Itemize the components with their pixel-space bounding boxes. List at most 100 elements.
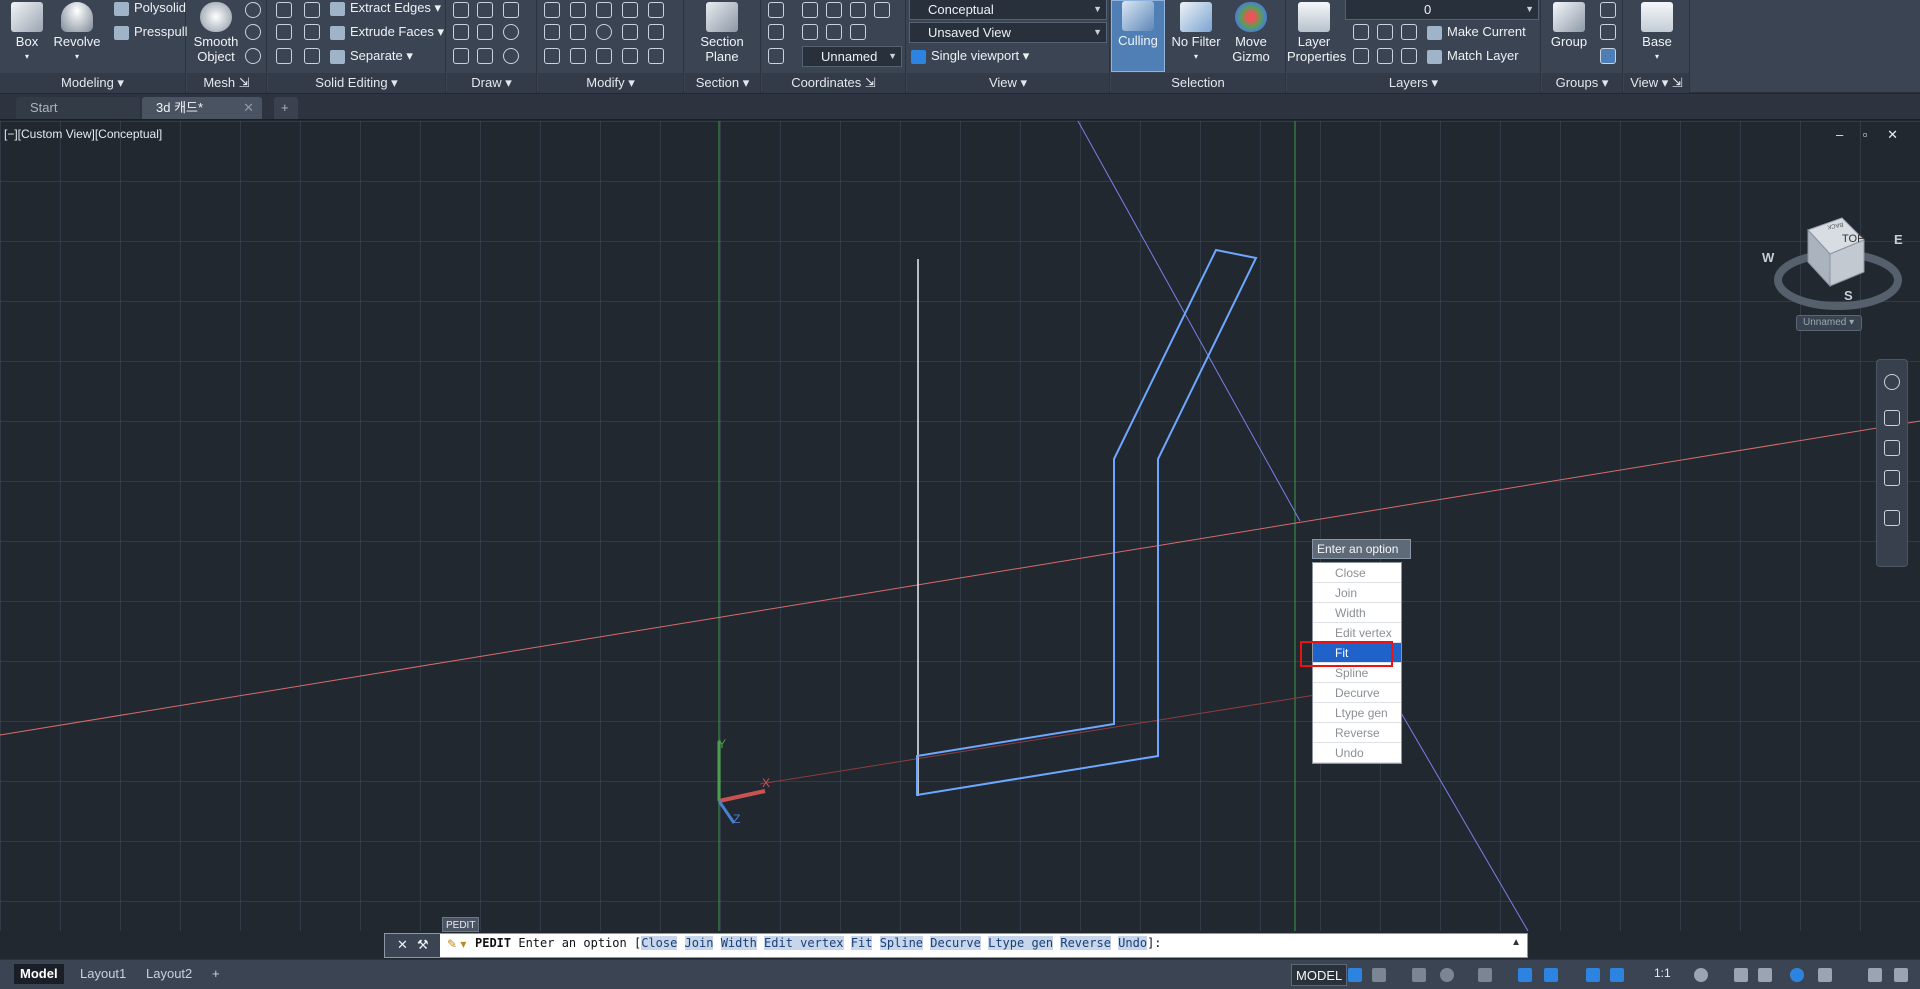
isodraft-icon[interactable] <box>1478 968 1492 982</box>
new-tab-button[interactable]: + <box>274 97 298 119</box>
view-base-panel-title[interactable]: View ▾ ⇲ <box>1624 73 1689 93</box>
showmotion-icon[interactable] <box>1884 510 1900 526</box>
helix-icon[interactable] <box>477 2 493 18</box>
polar-icon[interactable] <box>1440 968 1454 982</box>
modify-panel-title[interactable]: Modify ▾ <box>538 73 683 93</box>
presspull-button[interactable]: Presspull <box>114 22 187 42</box>
box-button[interactable]: Box ▾ <box>0 2 54 64</box>
zoom-icon[interactable] <box>1884 440 1900 456</box>
gear-icon[interactable] <box>1694 968 1708 982</box>
drawing-viewport[interactable]: Y X Z [−][Custom View][Conceptual] – ▫ ✕… <box>0 121 1920 931</box>
option-undo[interactable]: Undo <box>1313 743 1401 763</box>
ellipse-icon[interactable] <box>503 48 519 64</box>
make-current-button[interactable]: Make Current <box>1427 22 1526 42</box>
cmd-option-reverse[interactable]: Reverse <box>1060 936 1111 950</box>
viewport-config-button[interactable]: Single viewport ▾ <box>911 46 1029 66</box>
pan-icon[interactable] <box>1884 410 1900 426</box>
cmd-option-close[interactable]: Close <box>641 936 678 950</box>
mirror-icon[interactable] <box>622 2 638 18</box>
tab-layout1[interactable]: Layout1 <box>74 964 132 984</box>
plus-icon[interactable] <box>1734 968 1748 982</box>
layers-panel-title[interactable]: Layers ▾ <box>1287 73 1540 93</box>
ucs-name-dropdown[interactable]: Unnamed ▼ <box>802 46 902 67</box>
ucs-icon[interactable] <box>768 48 784 64</box>
array-icon[interactable] <box>570 48 586 64</box>
command-line[interactable]: ✕ ⚒ ✎ ▾ PEDIT Enter an option [Close Joi… <box>384 933 1528 958</box>
polysolid-button[interactable]: Polysolid <box>114 0 186 18</box>
mesh-panel-title[interactable]: Mesh ⇲ <box>187 73 266 93</box>
edit-icon[interactable] <box>304 2 320 18</box>
wrench-icon[interactable]: ⚒ <box>417 937 429 953</box>
layer-dropdown[interactable]: 0 ▼ <box>1345 0 1539 20</box>
named-view-dropdown[interactable]: Unsaved View ▼ <box>909 22 1107 43</box>
steering-wheel-icon[interactable] <box>1884 374 1900 390</box>
option-edit-vertex[interactable]: Edit vertex <box>1313 623 1401 643</box>
extract-edges-button[interactable]: Extract Edges ▾ <box>330 0 441 18</box>
ortho-icon[interactable] <box>1412 968 1426 982</box>
option-ltype-gen[interactable]: Ltype gen <box>1313 703 1401 723</box>
mesh-tool-icon[interactable] <box>245 48 261 64</box>
no-filter-button[interactable]: No Filter ▾ <box>1169 2 1223 64</box>
match-layer-button[interactable]: Match Layer <box>1427 46 1519 66</box>
ucs-icon[interactable] <box>850 24 866 40</box>
groups-panel-title[interactable]: Groups ▾ <box>1542 73 1622 93</box>
align-icon[interactable] <box>570 2 586 18</box>
option-join[interactable]: Join <box>1313 583 1401 603</box>
polyline-icon[interactable] <box>453 2 469 18</box>
layer-properties-button[interactable]: Layer Properties <box>1287 2 1346 64</box>
arc-icon[interactable] <box>503 2 519 18</box>
cmd-option-spline[interactable]: Spline <box>879 936 924 950</box>
culling-button[interactable]: Culling <box>1111 0 1165 72</box>
visual-style-dropdown[interactable]: Conceptual ▼ <box>909 0 1107 20</box>
option-reverse[interactable]: Reverse <box>1313 723 1401 743</box>
compass-west[interactable]: W <box>1762 250 1774 265</box>
scale-icon[interactable] <box>596 48 612 64</box>
modeling-panel-title[interactable]: Modeling ▾ <box>0 73 185 93</box>
move-icon[interactable] <box>544 2 560 18</box>
separate-button[interactable]: Separate ▾ <box>330 46 413 66</box>
close-icon[interactable]: ✕ <box>243 97 254 119</box>
cmd-option-edit-vertex[interactable]: Edit vertex <box>764 936 844 950</box>
polygon-icon[interactable] <box>453 48 469 64</box>
extrude-faces-button[interactable]: Extrude Faces ▾ <box>330 22 444 42</box>
tab-drawing[interactable]: 3d 캐드* ✕ <box>142 97 262 119</box>
cmd-option-decurve[interactable]: Decurve <box>930 936 981 950</box>
rotate-3d-icon[interactable] <box>596 24 612 40</box>
viewcube-top-label[interactable]: TOP <box>1842 233 1864 245</box>
revolve-button[interactable]: Revolve ▾ <box>50 2 104 64</box>
compass-east[interactable]: E <box>1894 232 1903 247</box>
section-plane-button[interactable]: Section Plane <box>695 2 749 64</box>
ucs-icon[interactable] <box>874 2 890 18</box>
spline-icon[interactable] <box>453 24 469 40</box>
ucs-menu-badge[interactable]: Unnamed ▾ <box>1796 315 1862 331</box>
edit-icon[interactable] <box>304 48 320 64</box>
ucs-icon[interactable] <box>850 2 866 18</box>
isolate-icon[interactable] <box>1790 968 1804 982</box>
layer-tool-icon[interactable] <box>1401 48 1417 64</box>
pencil-icon[interactable]: ✎ ▾ <box>447 937 466 951</box>
move-gizmo-button[interactable]: Move Gizmo <box>1224 2 1278 64</box>
cmd-option-width[interactable]: Width <box>720 936 757 950</box>
annotation-visibility-icon[interactable] <box>1586 968 1600 982</box>
line-icon[interactable] <box>477 24 493 40</box>
command-history-icon[interactable]: ▲ <box>1511 937 1521 948</box>
ucs-icon[interactable] <box>826 24 842 40</box>
stretch-icon[interactable] <box>648 24 664 40</box>
close-icon[interactable]: ✕ <box>397 937 408 953</box>
compass-south[interactable]: S <box>1844 288 1853 303</box>
trim-icon[interactable] <box>544 48 560 64</box>
layer-tool-icon[interactable] <box>1377 24 1393 40</box>
orbit-icon[interactable] <box>1884 470 1900 486</box>
option-decurve[interactable]: Decurve <box>1313 683 1401 703</box>
group-tool-icon[interactable] <box>1600 24 1616 40</box>
group-select-icon[interactable] <box>1600 48 1616 64</box>
fillet-icon[interactable] <box>544 24 560 40</box>
solid-editing-panel-title[interactable]: Solid Editing ▾ <box>268 73 445 93</box>
customize-icon[interactable] <box>1894 968 1908 982</box>
units-icon[interactable] <box>1758 968 1772 982</box>
clean-screen-icon[interactable] <box>1868 968 1882 982</box>
smooth-object-button[interactable]: Smooth Object <box>189 2 243 64</box>
ucs-icon[interactable] <box>768 24 784 40</box>
grid-icon[interactable] <box>1348 968 1362 982</box>
cmd-option-join[interactable]: Join <box>684 936 714 950</box>
